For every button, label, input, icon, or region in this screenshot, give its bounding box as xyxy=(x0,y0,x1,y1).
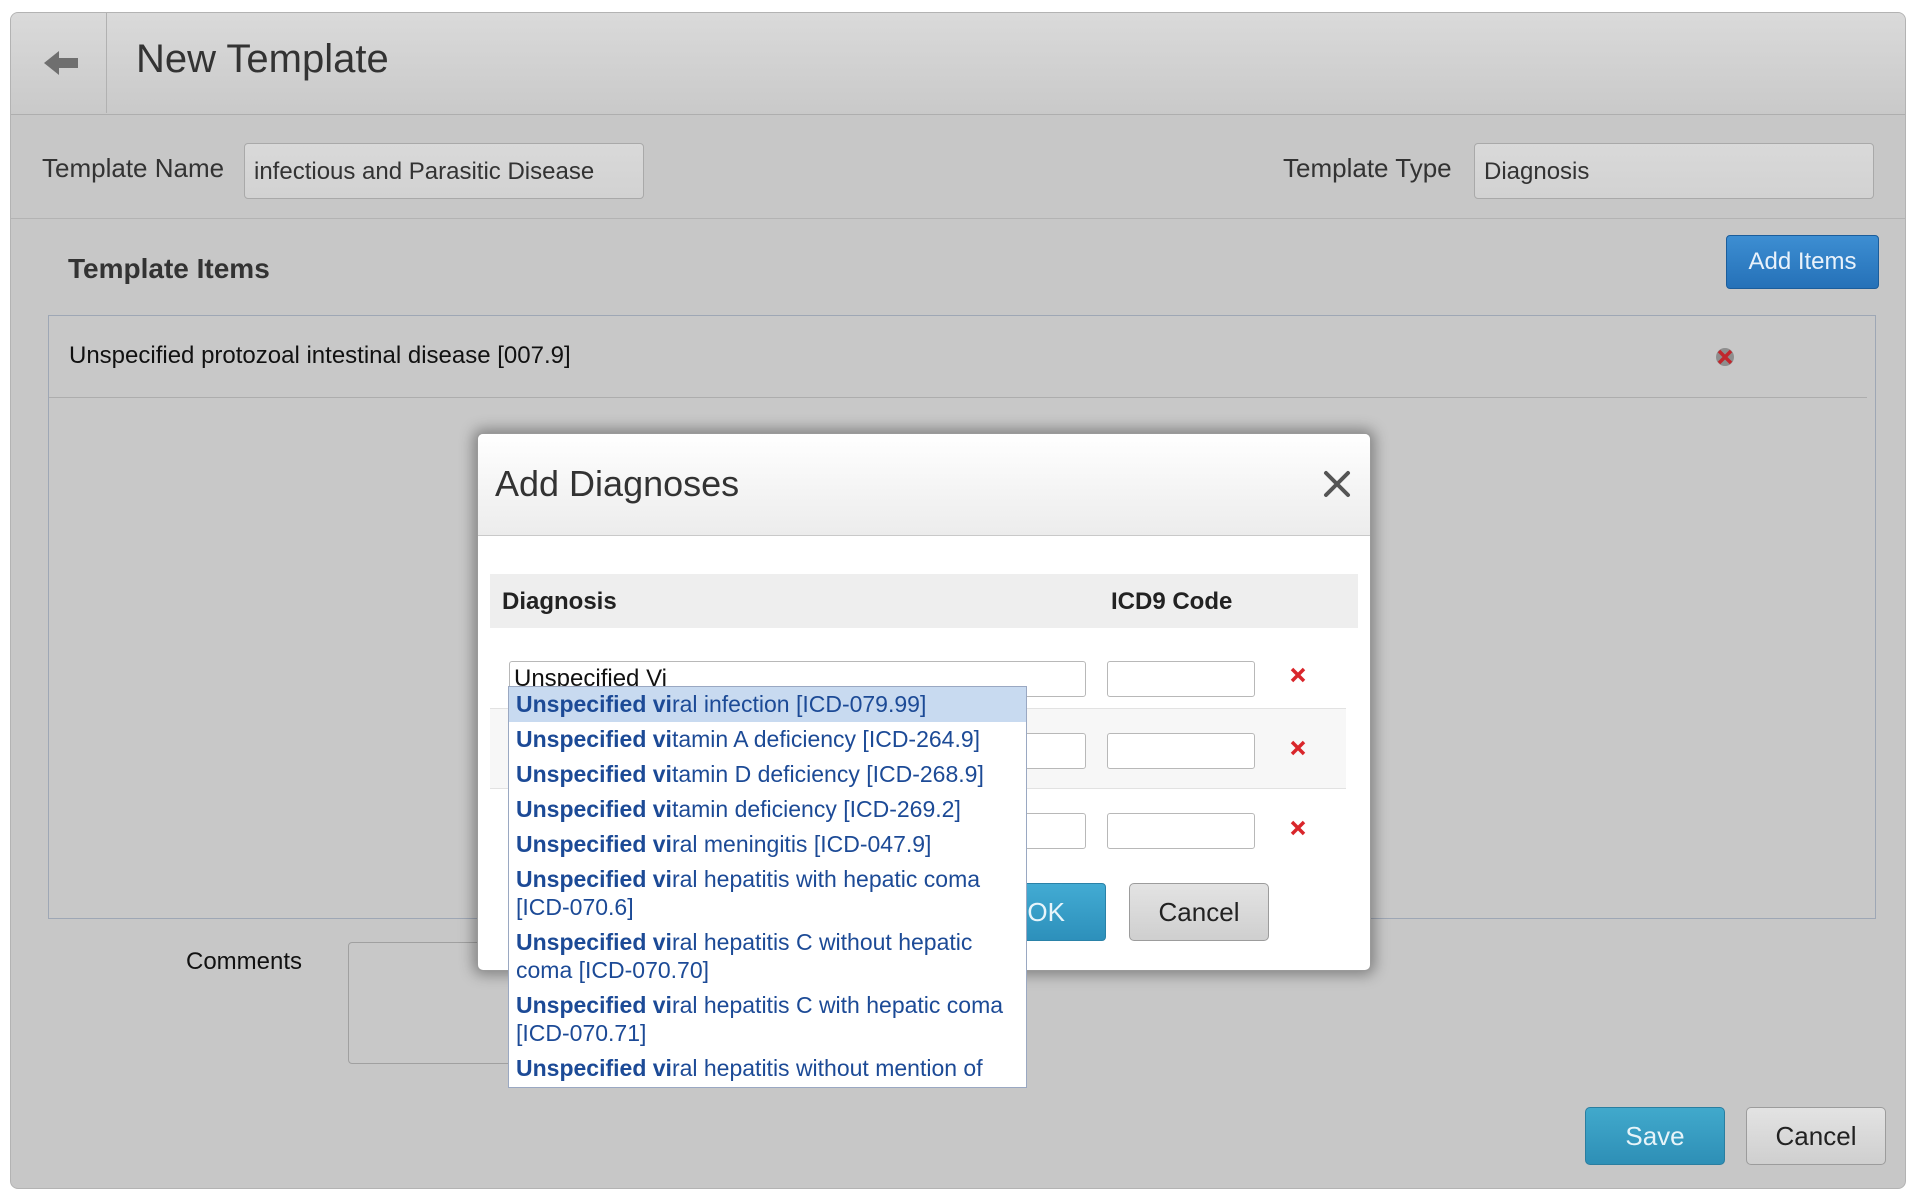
page-title: New Template xyxy=(136,37,389,81)
match-text: Unspecified vi xyxy=(516,1055,672,1081)
option-text: tamin A deficiency [ICD-264.9] xyxy=(671,726,981,752)
template-type-input[interactable]: Diagnosis xyxy=(1474,143,1874,199)
match-text: Unspecified vi xyxy=(516,761,672,787)
list-item: Unspecified protozoal intestinal disease… xyxy=(49,316,1867,398)
autocomplete-option[interactable]: Unspecified viral hepatitis without ment… xyxy=(509,1051,1026,1086)
dialog-header: Add Diagnoses xyxy=(478,434,1370,536)
comments-label: Comments xyxy=(186,948,303,975)
autocomplete-option[interactable]: Unspecified vitamin deficiency [ICD-269.… xyxy=(509,792,1026,827)
autocomplete-option[interactable]: Unspecified viral infection [ICD-079.99] xyxy=(509,687,1026,722)
option-text: ral hepatitis without mention of xyxy=(671,1055,983,1081)
dialog-title: Add Diagnoses xyxy=(495,463,740,504)
match-text: Unspecified vi xyxy=(516,831,672,857)
red-x-icon[interactable] xyxy=(1289,666,1307,689)
match-text: Unspecified vi xyxy=(516,796,672,822)
remove-x-icon[interactable] xyxy=(1714,346,1736,373)
match-text: Unspecified vi xyxy=(516,866,672,892)
dialog-cancel-button[interactable]: Cancel xyxy=(1129,883,1269,941)
diagnosis-grid-header: Diagnosis ICD9 Code xyxy=(490,574,1358,628)
autocomplete-option[interactable]: Unspecified vitamin A deficiency [ICD-26… xyxy=(509,722,1026,757)
save-button[interactable]: Save xyxy=(1585,1107,1725,1165)
autocomplete-option[interactable]: Unspecified viral hepatitis with hepatic… xyxy=(509,862,1026,925)
option-text: ral meningitis [ICD-047.9] xyxy=(671,831,932,857)
option-text: tamin D deficiency [ICD-268.9] xyxy=(671,761,984,787)
match-text: Unspecified vi xyxy=(516,929,672,955)
option-text: tamin deficiency [ICD-269.2] xyxy=(671,796,961,822)
icd9-input[interactable] xyxy=(1107,661,1255,697)
close-icon[interactable] xyxy=(1323,470,1351,503)
autocomplete-option[interactable]: Unspecified viral hepatitis C with hepat… xyxy=(509,988,1026,1051)
template-type-label: Template Type xyxy=(1283,153,1452,183)
option-text: ral infection [ICD-079.99] xyxy=(671,691,927,717)
template-name-label: Template Name xyxy=(42,153,225,183)
autocomplete-option[interactable]: Unspecified viral meningitis [ICD-047.9] xyxy=(509,827,1026,862)
red-x-icon[interactable] xyxy=(1289,819,1307,842)
template-properties-row: Template Name infectious and Parasitic D… xyxy=(11,114,1905,219)
back-button[interactable] xyxy=(11,13,107,113)
cancel-button[interactable]: Cancel xyxy=(1746,1107,1886,1165)
icd9-input[interactable] xyxy=(1107,813,1255,849)
red-x-icon[interactable] xyxy=(1289,739,1307,762)
template-name-input[interactable]: infectious and Parasitic Disease xyxy=(244,143,644,199)
autocomplete-option[interactable]: Unspecified vitamin D deficiency [ICD-26… xyxy=(509,757,1026,792)
template-items-title: Template Items xyxy=(68,253,270,284)
add-items-button[interactable]: Add Items xyxy=(1726,235,1879,289)
page-header: New Template xyxy=(11,13,1905,115)
match-text: Unspecified vi xyxy=(516,992,672,1018)
column-header-diagnosis: Diagnosis xyxy=(502,588,617,615)
arrow-left-icon xyxy=(44,51,78,75)
autocomplete-option[interactable]: Unspecified viral hepatitis C without he… xyxy=(509,925,1026,988)
item-label: Unspecified protozoal intestinal disease… xyxy=(69,342,571,369)
match-text: Unspecified vi xyxy=(516,726,672,752)
column-header-icd9: ICD9 Code xyxy=(1111,588,1233,615)
match-text: Unspecified vi xyxy=(516,691,672,717)
autocomplete-dropdown: Unspecified viral infection [ICD-079.99]… xyxy=(508,686,1027,1088)
icd9-input[interactable] xyxy=(1107,733,1255,769)
